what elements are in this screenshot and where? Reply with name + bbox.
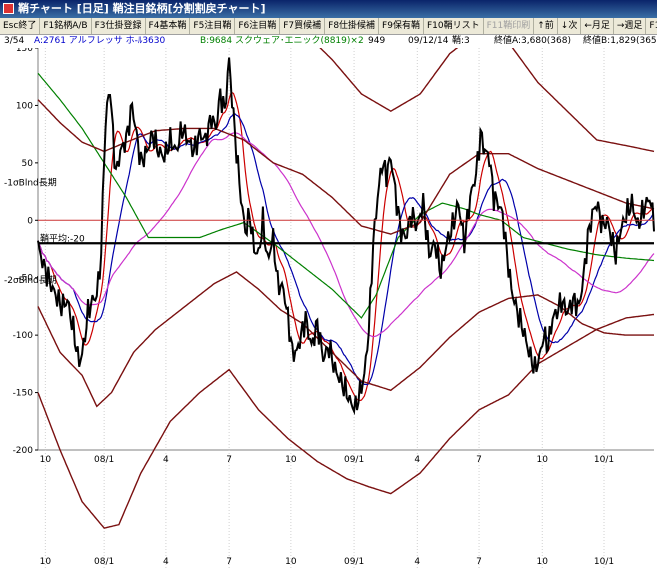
x-tick-label: 09/1 (344, 455, 364, 465)
x-tick-label: 10 (537, 455, 549, 465)
x-tick-label-bottom: 10 (285, 557, 297, 567)
toolbar-button-9[interactable]: F10鞘リスト (424, 18, 484, 34)
y-tick-label: -100 (13, 331, 34, 341)
y-tick-label: 50 (22, 159, 34, 169)
x-tick-label-bottom: 10/1 (594, 557, 614, 567)
ma_mid-line (37, 113, 655, 386)
x-tick-label-bottom: 09/1 (344, 557, 364, 567)
toolbar-button-0[interactable]: Esc終了 (0, 18, 41, 34)
x-tick-label-bottom: 10 (40, 557, 52, 567)
x-tick-label-bottom: 7 (476, 557, 482, 567)
band_l2-line (37, 313, 655, 529)
window-titlebar: 鞘チャート [日足] 鞘注目銘柄[分割割戻チャート] (0, 0, 657, 18)
index-label: 3/54 (4, 36, 25, 46)
toolbar-button-6[interactable]: F7買候補 (280, 18, 326, 34)
close-a-label: 終値A:3,680(368) (494, 36, 571, 46)
x-tick-label: 10/1 (594, 455, 614, 465)
close-b-label: 終値B:1,829(365) (583, 36, 657, 46)
x-tick-label: 10 (40, 455, 52, 465)
x-tick-label-bottom: 10 (537, 557, 549, 567)
toolbar-button-4[interactable]: F5注目鞘 (190, 18, 236, 34)
x-tick-label-bottom: 7 (226, 557, 232, 567)
band-label-0: -1σBlnd長期 (4, 177, 57, 188)
function-key-toolbar: Esc終了 F1銘柄A/B F3仕掛登録 F4基本鞘 F5注目鞘 F6注目鞘 F7買候補 F8… (0, 18, 657, 35)
x-axis: 10 10 08/1 08/1 4 4 7 7 10 10 09/1 09/1 4 4 7 7 10 10 10/1… (40, 455, 614, 567)
y-tick-label: -150 (13, 389, 34, 399)
app-icon (3, 3, 14, 14)
toolbar-button-8[interactable]: F9保有鞘 (379, 18, 424, 34)
x-tick-label: 4 (414, 455, 420, 465)
stock-b-label: B:9684 スクウェア･エニック(8819)×2 (200, 36, 364, 46)
info-bar: 3/54 A:2761 アルフレッサ ホ-ﾙ3630 B:9684 スクウェア･… (0, 35, 657, 48)
x-tick-label: 7 (226, 455, 232, 465)
x-tick-label: 08/1 (94, 455, 114, 465)
spread-label: 鞘:3 (452, 36, 470, 46)
x-tick-label: 7 (476, 455, 482, 465)
toolbar-button-14[interactable]: →週足 (614, 18, 647, 34)
average-line-label: 鞘平均:-20 (40, 232, 85, 244)
window-title: 鞘チャート [日足] 鞘注目銘柄[分割割戻チャート] (18, 2, 266, 15)
toolbar-button-1[interactable]: F1銘柄A/B (40, 18, 92, 34)
date-label: 09/12/14 (408, 36, 449, 46)
chart-labels: 鞘平均:-20 -1σBlnd長期 -2σBlnd長期 (4, 177, 85, 286)
stock-a-label: A:2761 アルフレッサ ホ-ﾙ3630 (34, 36, 166, 46)
toolbar-button-15[interactable]: F12 (646, 18, 657, 34)
toolbar-button-13[interactable]: ←月足 (581, 18, 614, 34)
ma_short-line (37, 91, 655, 402)
toolbar-button-3[interactable]: F4基本鞘 (146, 18, 191, 34)
band_u2-line (319, 48, 655, 153)
spread-chart: 150100500-50-100-150-200 101008/108/1447… (4, 48, 655, 569)
y-axis: 150100500-50-100-150-200 (13, 48, 38, 456)
x-tick-label-bottom: 4 (414, 557, 420, 567)
toolbar-button-2[interactable]: F3仕掛登録 (92, 18, 146, 34)
y-tick-label: 0 (27, 216, 33, 226)
x-tick-label: 4 (163, 455, 169, 465)
toolbar-button-5[interactable]: F6注目鞘 (235, 18, 281, 34)
toolbar-button-12[interactable]: ↓次 (558, 18, 582, 34)
y-tick-label: 150 (16, 48, 33, 54)
band-label-1: -2σBlnd長期 (4, 275, 57, 286)
toolbar-button-10: F11鞘印刷 (484, 18, 535, 34)
toolbar-button-7[interactable]: F8仕掛候補 (325, 18, 380, 34)
x-tick-label-bottom: 4 (163, 557, 169, 567)
toolbar-button-11[interactable]: ↑前 (534, 18, 558, 34)
value-label: 949 (368, 36, 386, 46)
y-tick-label: 100 (16, 101, 33, 111)
x-tick-label-bottom: 08/1 (94, 557, 114, 567)
reference-lines (38, 219, 654, 245)
y-tick-label: -200 (13, 446, 34, 456)
x-tick-label: 10 (285, 455, 297, 465)
